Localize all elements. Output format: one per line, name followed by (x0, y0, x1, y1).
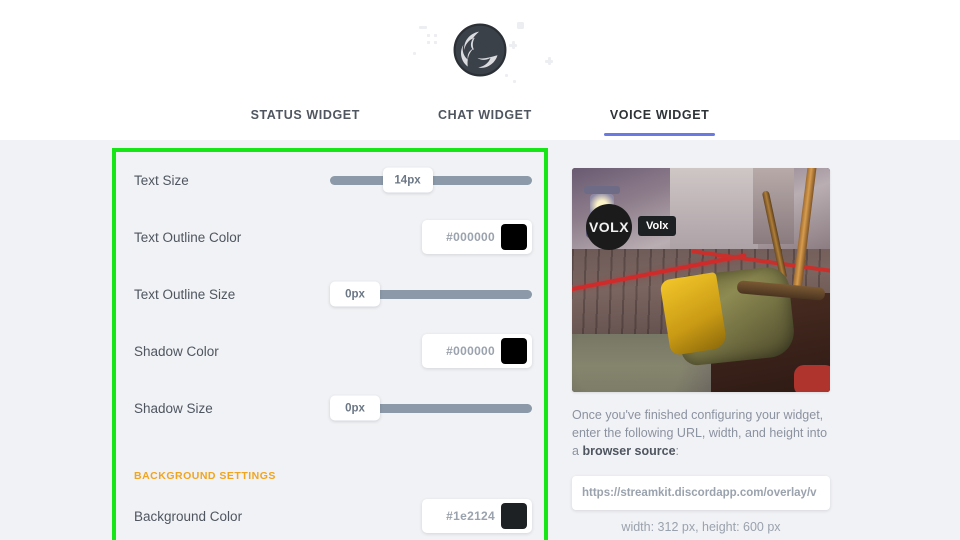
setting-row-text-outline-size: Text Outline Size 0px (134, 266, 532, 322)
text-outline-color-hex[interactable]: #000000 (430, 230, 501, 244)
text-outline-size-slider-thumb[interactable]: 0px (330, 281, 380, 307)
setting-label-shadow-size: Shadow Size (134, 400, 213, 416)
page-header: STATUS WIDGET CHAT WIDGET VOICE WIDGET (0, 0, 960, 140)
widget-settings-form: Text Size 14px Text Outline Color #00000… (116, 152, 544, 540)
overlay-username: Volx (638, 216, 677, 236)
logo-zone (405, 12, 555, 88)
logo-area (0, 12, 960, 88)
background-color-field[interactable]: #1e2124 (422, 499, 532, 533)
background-color-swatch[interactable] (501, 503, 527, 529)
scene-weapon-yellow (659, 271, 728, 356)
setting-label-text-outline-size: Text Outline Size (134, 286, 236, 302)
widget-settings-panel: Text Size 14px Text Outline Color #00000… (112, 148, 548, 540)
streamkit-overlay-configurator: STATUS WIDGET CHAT WIDGET VOICE WIDGET T… (0, 0, 960, 540)
sparkle-plus-right-v (512, 41, 515, 49)
tab-voice-widget[interactable]: VOICE WIDGET (603, 100, 716, 136)
setting-label-text-outline-color: Text Outline Color (134, 229, 242, 245)
setting-control-shadow-size: 0px (330, 395, 532, 421)
sparkle-square-top-right (517, 22, 524, 29)
setting-label-text-size: Text Size (134, 172, 189, 188)
text-outline-color-swatch[interactable] (501, 224, 527, 250)
sparkle-plus-topleft-h (419, 26, 427, 29)
avatar-label: VOLX (588, 219, 630, 235)
instructions-line-3-prefix: a (572, 444, 583, 458)
tab-status-widget[interactable]: STATUS WIDGET (245, 100, 366, 136)
setting-row-text-outline-color: Text Outline Color #000000 (134, 209, 532, 265)
shadow-size-slider-thumb[interactable]: 0px (330, 395, 380, 421)
preview-instructions: Once you've finished configuring your wi… (572, 406, 830, 460)
instructions-browser-source: browser source (582, 444, 676, 458)
overlay-url-field[interactable]: https://streamkit.discordapp.com/overlay… (572, 476, 830, 510)
setting-control-shadow-color: #000000 (422, 334, 532, 368)
shadow-size-slider[interactable]: 0px (330, 395, 532, 421)
instructions-line-2: enter the following URL, width, and heig… (572, 426, 828, 440)
background-color-hex[interactable]: #1e2124 (430, 509, 501, 523)
scene-wall (670, 168, 758, 258)
text-outline-color-field[interactable]: #000000 (422, 220, 532, 254)
overlay-dimensions: width: 312 px, height: 600 px (621, 520, 781, 534)
instructions-line-1: Once you've finished configuring your wi… (572, 408, 824, 422)
setting-control-text-outline-color: #000000 (422, 220, 532, 254)
sparkle-plus-far-right-v (548, 57, 551, 65)
page-body: Text Size 14px Text Outline Color #00000… (0, 140, 960, 540)
setting-control-background-color: #1e2124 (422, 499, 532, 533)
overlay-url-value[interactable]: https://streamkit.discordapp.com/overlay… (582, 487, 817, 499)
setting-row-text-size: Text Size 14px (134, 152, 532, 208)
tab-chat-widget[interactable]: CHAT WIDGET (432, 100, 538, 136)
setting-row-background-color: Background Color #1e2124 (134, 488, 532, 540)
shadow-color-hex[interactable]: #000000 (430, 344, 501, 358)
shadow-color-field[interactable]: #000000 (422, 334, 532, 368)
preview-panel: VOLX Volx Once you've finished configuri… (572, 168, 834, 534)
setting-label-shadow-color: Shadow Color (134, 343, 219, 359)
section-heading-background-settings: BACKGROUND SETTINGS (134, 470, 276, 482)
widget-preview-image: VOLX Volx (572, 168, 830, 392)
avatar: VOLX (586, 204, 632, 250)
shadow-color-swatch[interactable] (501, 338, 527, 364)
scene-red-corner (793, 365, 830, 392)
instructions-line-3-suffix: : (675, 444, 680, 458)
text-outline-size-slider[interactable]: 0px (330, 281, 532, 307)
setting-row-shadow-size: Shadow Size 0px (134, 380, 532, 436)
game-screenshot-background (572, 168, 830, 392)
obs-logo-icon (453, 23, 507, 77)
sparkle-dot-bottom-2 (513, 80, 516, 83)
setting-row-shadow-color: Shadow Color #000000 (134, 323, 532, 379)
sparkle-dot-left (413, 52, 416, 55)
setting-control-text-size: 14px (330, 167, 532, 193)
sparkle-grid-left (427, 34, 438, 45)
setting-label-background-color: Background Color (134, 508, 243, 524)
widget-tabs: STATUS WIDGET CHAT WIDGET VOICE WIDGET (0, 100, 960, 140)
lantern-roof (584, 185, 621, 194)
text-size-slider[interactable]: 14px (330, 167, 532, 193)
setting-control-text-outline-size: 0px (330, 281, 532, 307)
text-size-slider-thumb[interactable]: 14px (382, 167, 433, 193)
